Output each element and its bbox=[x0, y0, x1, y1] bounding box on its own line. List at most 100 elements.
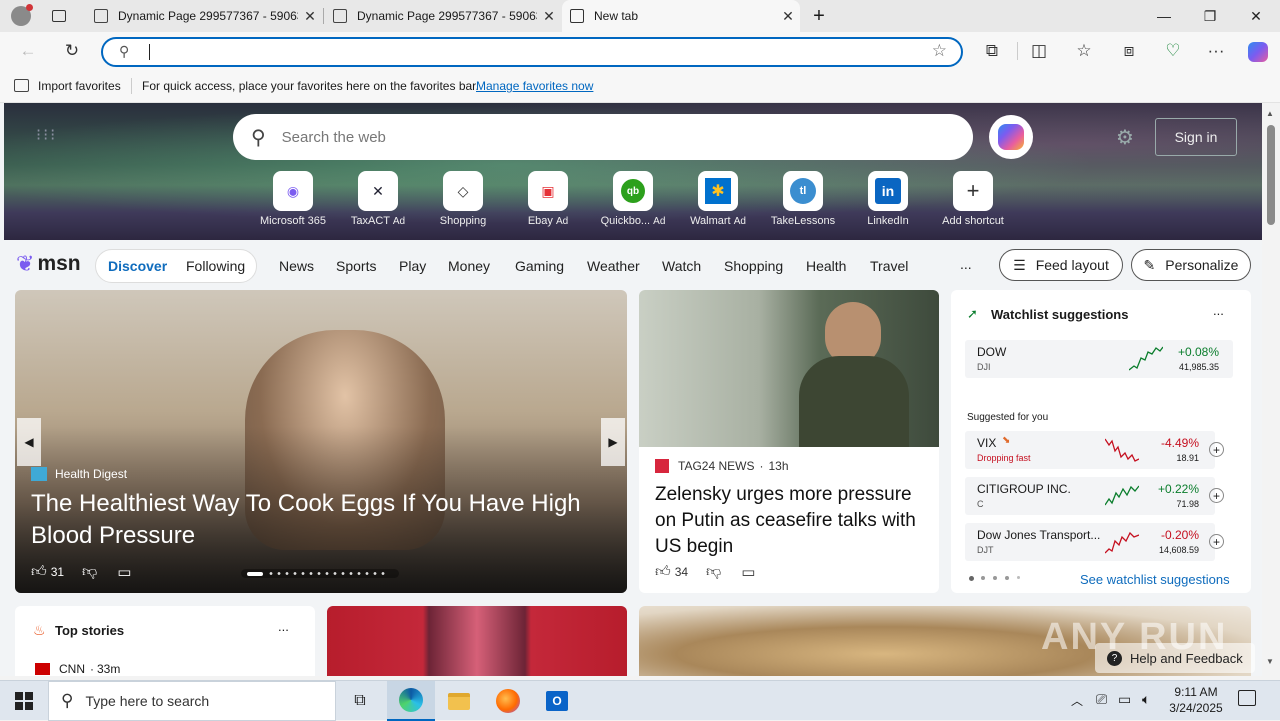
carousel-prev-button[interactable]: ◀ bbox=[17, 418, 41, 466]
shortcut-taxact[interactable]: ✕ TaxACT Ad bbox=[338, 171, 418, 227]
carousel-indicator[interactable] bbox=[241, 569, 399, 578]
tab-1[interactable]: Dynamic Page 299577367 - 59063 ✕ bbox=[86, 0, 322, 32]
personalize-button[interactable]: ✎ Personalize bbox=[1131, 249, 1251, 281]
tab-3-active[interactable]: New tab ✕ bbox=[562, 0, 800, 32]
nav-more-button[interactable]: ... bbox=[960, 256, 972, 272]
sign-in-button[interactable]: Sign in bbox=[1155, 118, 1237, 156]
add-to-watchlist-icon[interactable]: + bbox=[1209, 488, 1224, 503]
nav-money[interactable]: Money bbox=[448, 258, 490, 274]
nav-weather[interactable]: Weather bbox=[587, 258, 640, 274]
watchlist-item-vix[interactable]: VIX ⬊ Dropping fast -4.49% 18.91 bbox=[965, 431, 1215, 469]
thumbs-down-icon[interactable]: 👎︎ bbox=[82, 563, 97, 581]
scroll-down-icon[interactable]: ▼ bbox=[1266, 657, 1274, 666]
web-search-box[interactable]: ⚲ Search the web bbox=[233, 114, 973, 160]
close-tab-icon[interactable]: ✕ bbox=[776, 8, 800, 25]
scroll-up-icon[interactable]: ▲ bbox=[1266, 109, 1274, 118]
shortcut-takelessons[interactable]: tl TakeLessons bbox=[763, 171, 843, 227]
side-story-title[interactable]: Zelensky urges more pressure on Putin as… bbox=[655, 482, 925, 560]
shortcut-shopping[interactable]: ◇ Shopping bbox=[423, 171, 503, 227]
add-to-watchlist-icon[interactable]: + bbox=[1209, 534, 1224, 549]
nav-gaming[interactable]: Gaming bbox=[515, 258, 564, 274]
new-tab-button[interactable]: + bbox=[806, 4, 832, 28]
watchlist-item-djt[interactable]: Dow Jones Transport... DJT -0.20% 14,608… bbox=[965, 523, 1215, 561]
see-watchlist-link[interactable]: See watchlist suggestions bbox=[1080, 572, 1230, 587]
import-favorites-button[interactable]: Import favorites bbox=[38, 79, 121, 93]
manage-favorites-link[interactable]: Manage favorites now bbox=[476, 79, 593, 93]
address-bar[interactable]: ⚲ ☆ bbox=[101, 37, 963, 67]
collections-button[interactable]: ⧈ bbox=[1117, 40, 1141, 62]
thumbs-down-icon[interactable]: 👎︎ bbox=[706, 563, 721, 581]
nav-health[interactable]: Health bbox=[806, 258, 846, 274]
nav-news[interactable]: News bbox=[279, 258, 314, 274]
browser-essentials-button[interactable]: ♡ bbox=[1161, 40, 1185, 62]
show-hidden-icons-chevron-icon[interactable]: ︿ bbox=[1071, 692, 1083, 709]
extensions-button[interactable]: ⧉ bbox=[980, 40, 1004, 62]
back-button[interactable]: ← bbox=[16, 40, 40, 62]
clock[interactable]: 9:11 AM 3/24/2025 bbox=[1160, 684, 1232, 716]
shortcut-microsoft-365[interactable]: ◉ Microsoft 365 bbox=[253, 171, 333, 227]
feed-layout-button[interactable]: ☰ Feed layout bbox=[999, 249, 1123, 281]
main-story-title[interactable]: The Healthiest Way To Cook Eggs If You H… bbox=[31, 488, 611, 552]
nav-play[interactable]: Play bbox=[399, 258, 426, 274]
start-button[interactable] bbox=[0, 681, 48, 721]
taskbar-outlook[interactable]: O bbox=[533, 681, 581, 721]
notifications-icon[interactable] bbox=[1238, 690, 1256, 706]
nav-shopping[interactable]: Shopping bbox=[724, 258, 783, 274]
comment-icon[interactable]: ▭ bbox=[117, 563, 131, 581]
carousel-next-button[interactable]: ▶ bbox=[601, 418, 625, 466]
add-to-watchlist-icon[interactable]: + bbox=[1209, 442, 1224, 457]
settings-more-button[interactable]: ··· bbox=[1204, 40, 1228, 62]
shortcut-quickbooks[interactable]: qb Quickbo... Ad bbox=[593, 171, 673, 227]
favorite-star-icon[interactable]: ☆ bbox=[932, 41, 947, 61]
favorites-button[interactable]: ☆ bbox=[1072, 40, 1096, 62]
msn-logo[interactable]: ❦ msn bbox=[16, 251, 81, 277]
taskbar-file-explorer[interactable] bbox=[435, 681, 483, 721]
main-story-card[interactable]: ◀ ▶ Health Digest The Healthiest Way To … bbox=[15, 290, 627, 593]
watchlist-item-citigroup[interactable]: CITIGROUP INC. C +0.22% 71.98 bbox=[965, 477, 1215, 515]
taskbar-firefox[interactable] bbox=[484, 681, 532, 721]
tab-discover[interactable]: Discover bbox=[108, 258, 167, 274]
health-digest-logo-icon bbox=[31, 467, 47, 481]
split-screen-button[interactable]: ◫ bbox=[1027, 40, 1051, 62]
watchlist-item-dow[interactable]: DOW DJI +0.08% 41,985.35 bbox=[965, 340, 1233, 378]
tab-2[interactable]: Dynamic Page 299577367 - 59063 ✕ bbox=[325, 0, 561, 32]
tab-actions-button[interactable] bbox=[48, 6, 70, 26]
add-shortcut-button[interactable]: + Add shortcut bbox=[933, 171, 1013, 227]
apps-grid-icon[interactable]: ⁝⁝⁝ bbox=[36, 125, 57, 145]
taskbar-search-box[interactable]: ⚲ Type here to search bbox=[48, 681, 336, 721]
minimize-button[interactable]: — bbox=[1141, 0, 1187, 32]
page-scrollbar[interactable]: ▲ ▼ bbox=[1262, 103, 1280, 676]
shortcut-walmart[interactable]: ✱ Walmart Ad bbox=[678, 171, 758, 227]
watchlist-pager[interactable] bbox=[969, 576, 1020, 581]
refresh-button[interactable]: ↻ bbox=[60, 40, 84, 62]
top-stories-more-button[interactable]: ... bbox=[278, 619, 289, 634]
side-story-card[interactable]: TAG24 NEWS · 13h Zelensky urges more pre… bbox=[639, 290, 939, 593]
nav-watch[interactable]: Watch bbox=[662, 258, 701, 274]
taskbar-edge[interactable] bbox=[387, 681, 435, 721]
close-window-button[interactable]: ✕ bbox=[1233, 0, 1279, 32]
page-settings-gear-icon[interactable]: ⚙ bbox=[1116, 125, 1134, 150]
nav-travel[interactable]: Travel bbox=[870, 258, 908, 274]
comment-icon[interactable]: ▭ bbox=[741, 563, 755, 581]
close-tab-icon[interactable]: ✕ bbox=[537, 8, 561, 25]
volume-icon[interactable]: 🔈︎ bbox=[1142, 691, 1150, 708]
ethernet-icon[interactable]: ▭ bbox=[1118, 691, 1131, 708]
task-view-button[interactable]: ⧉ bbox=[336, 681, 384, 721]
shortcut-linkedin[interactable]: in LinkedIn bbox=[848, 171, 928, 227]
scrollbar-thumb[interactable] bbox=[1267, 125, 1275, 225]
sparkline-up bbox=[1129, 346, 1163, 371]
watchlist-more-button[interactable]: ... bbox=[1213, 303, 1224, 318]
flowers-story-card[interactable] bbox=[327, 606, 627, 676]
restore-button[interactable]: ❐ bbox=[1187, 0, 1233, 32]
nav-sports[interactable]: Sports bbox=[336, 258, 376, 274]
network-icon[interactable]: ⎚ bbox=[1096, 691, 1107, 708]
thumbs-up-icon[interactable]: 👍︎ bbox=[31, 563, 47, 581]
copilot-search-button[interactable] bbox=[989, 115, 1033, 159]
profile-avatar[interactable] bbox=[8, 4, 34, 28]
tab-following[interactable]: Following bbox=[186, 258, 245, 274]
shortcut-ebay[interactable]: ▣ Ebay Ad bbox=[508, 171, 588, 227]
help-feedback-button[interactable]: ? Help and Feedback bbox=[1095, 643, 1255, 673]
thumbs-up-icon[interactable]: 👍︎ bbox=[655, 563, 671, 581]
copilot-button[interactable] bbox=[1245, 40, 1271, 64]
close-tab-icon[interactable]: ✕ bbox=[298, 8, 322, 25]
